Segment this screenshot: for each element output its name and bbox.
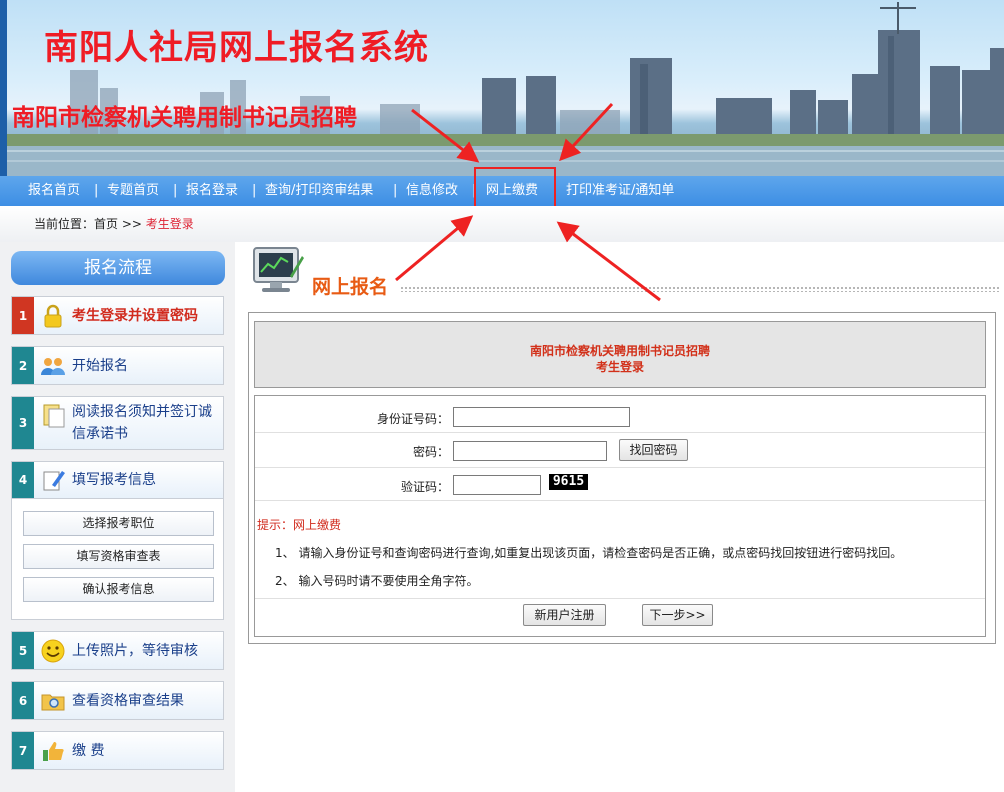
step-label: 查看资格审查结果 bbox=[72, 692, 184, 709]
recruitment-name: 南阳市检察机关聘用制书记员招聘 bbox=[529, 344, 710, 358]
step-label: 上传照片，等待审核 bbox=[72, 642, 198, 659]
password-input[interactable] bbox=[453, 441, 607, 461]
panel-subtitle: 考生登录 bbox=[595, 360, 644, 374]
row-divider bbox=[255, 598, 985, 599]
step-label: 考生登录并设置密码 bbox=[72, 307, 198, 324]
step-4-fill-info[interactable]: 4 填写报考信息 bbox=[11, 461, 224, 499]
dotted-divider bbox=[400, 286, 1000, 292]
site-title: 南阳人社局网上报名系统 bbox=[44, 28, 429, 68]
recruitment-title: 南阳市检察机关聘用制书记员招聘 bbox=[12, 105, 357, 131]
step-number: 3 bbox=[12, 397, 34, 449]
step-3-read-notice[interactable]: 3 阅读报名须知并签订诚信承诺书 bbox=[11, 396, 224, 450]
captcha-image[interactable]: 9615 bbox=[549, 474, 588, 490]
register-button[interactable]: 新用户注册 bbox=[523, 604, 606, 626]
nav-item-edit-info[interactable]: 信息修改 bbox=[406, 176, 458, 206]
nav-item-print-ticket[interactable]: 打印准考证/通知单 bbox=[566, 176, 674, 206]
tips-label: 提示： bbox=[257, 518, 294, 532]
step-5-upload-photo[interactable]: 5 上传照片，等待审核 bbox=[11, 631, 224, 670]
step-number: 1 bbox=[12, 297, 34, 334]
step-label: 阅读报名须知并签订诚信承诺书 bbox=[72, 404, 212, 442]
tip-1: 1、 请输入身份证号和查询密码进行查询,如重复出现该页面，请检查密码是否正确，或… bbox=[275, 546, 903, 560]
section-header: 网上报名 bbox=[248, 244, 1004, 300]
step-number: 4 bbox=[12, 462, 34, 498]
tip-2: 2、 输入号码时请不要使用全角字符。 bbox=[275, 574, 479, 588]
step-label: 填写报考信息 bbox=[72, 472, 156, 488]
nav-item-topic-home[interactable]: 专题首页 bbox=[107, 176, 159, 206]
step-7-payment[interactable]: 7 缴 费 bbox=[11, 731, 224, 770]
login-panel: 南阳市检察机关聘用制书记员招聘 考生登录 身份证号码： 密码： 找回密码 验证码… bbox=[248, 312, 996, 644]
nav-item-login[interactable]: 报名登录 bbox=[186, 176, 238, 206]
nav-separator: | bbox=[173, 183, 178, 198]
login-form: 身份证号码： 密码： 找回密码 验证码： 9615 提示：网上缴费 1、 请输入… bbox=[254, 395, 986, 637]
row-divider bbox=[255, 467, 985, 468]
process-title: 报名流程 bbox=[11, 251, 225, 285]
step-label: 开始报名 bbox=[72, 357, 128, 374]
step-number: 7 bbox=[12, 732, 34, 769]
captcha-input[interactable] bbox=[453, 475, 541, 495]
breadcrumb: 当前位置：首页 >> 考生登录 bbox=[0, 206, 1004, 242]
section-title: 网上报名 bbox=[312, 276, 389, 298]
step-number: 5 bbox=[12, 632, 34, 669]
breadcrumb-arrow: >> bbox=[121, 217, 142, 231]
folder-search-icon bbox=[41, 694, 65, 710]
nav-separator: | bbox=[94, 183, 99, 198]
lock-icon bbox=[44, 304, 62, 327]
step-1-login[interactable]: 1 考生登录并设置密码 bbox=[11, 296, 224, 335]
row-divider bbox=[255, 500, 985, 501]
tips-highlight: 网上缴费 bbox=[293, 518, 342, 532]
confirm-info-button[interactable]: 确认报考信息 bbox=[23, 577, 214, 602]
users-icon bbox=[41, 357, 65, 375]
find-password-button[interactable]: 找回密码 bbox=[619, 439, 688, 461]
breadcrumb-prefix: 当前位置： bbox=[34, 217, 95, 231]
smiley-icon bbox=[41, 639, 65, 662]
step-6-view-result[interactable]: 6 查看资格审查结果 bbox=[11, 681, 224, 720]
id-number-label: 身份证号码： bbox=[376, 412, 449, 426]
nav-item-query-print[interactable]: 查询/打印资审结果 bbox=[265, 176, 373, 206]
step-label: 缴 费 bbox=[72, 742, 105, 759]
panel-header: 南阳市检察机关聘用制书记员招聘 考生登录 bbox=[254, 321, 986, 388]
header-banner: 南阳人社局网上报名系统 南阳市检察机关聘用制书记员招聘 bbox=[0, 0, 1004, 176]
nav-separator: | bbox=[393, 183, 398, 198]
step-4-substeps: 选择报考职位 填写资格审查表 确认报考信息 bbox=[11, 498, 224, 620]
fill-qualification-form-button[interactable]: 填写资格审查表 bbox=[23, 544, 214, 569]
clipboard-icon bbox=[43, 404, 65, 428]
tips-line: 提示：网上缴费 bbox=[257, 516, 341, 533]
thumbs-up-icon bbox=[43, 741, 64, 761]
step-number: 2 bbox=[12, 347, 34, 384]
step-2-start[interactable]: 2 开始报名 bbox=[11, 346, 224, 385]
nav-separator: | bbox=[252, 183, 257, 198]
row-divider bbox=[255, 432, 985, 433]
choose-position-button[interactable]: 选择报考职位 bbox=[23, 511, 214, 536]
sidebar: 报名流程 1 考生登录并设置密码 2 开始报名 3 阅读报名须知并签订诚信承诺书… bbox=[0, 242, 235, 792]
breadcrumb-home-link[interactable]: 首页 bbox=[94, 217, 118, 231]
step-number: 6 bbox=[12, 682, 34, 719]
password-label: 密码： bbox=[412, 445, 449, 459]
banner-frame bbox=[0, 0, 7, 176]
id-number-input[interactable] bbox=[453, 407, 630, 427]
next-step-button[interactable]: 下一步>> bbox=[642, 604, 713, 626]
breadcrumb-current: 考生登录 bbox=[145, 217, 194, 231]
captcha-label: 验证码： bbox=[400, 480, 449, 494]
pencil-note-icon bbox=[43, 471, 65, 491]
nav-item-home[interactable]: 报名首页 bbox=[28, 176, 80, 206]
monitor-chart-icon bbox=[253, 247, 304, 292]
